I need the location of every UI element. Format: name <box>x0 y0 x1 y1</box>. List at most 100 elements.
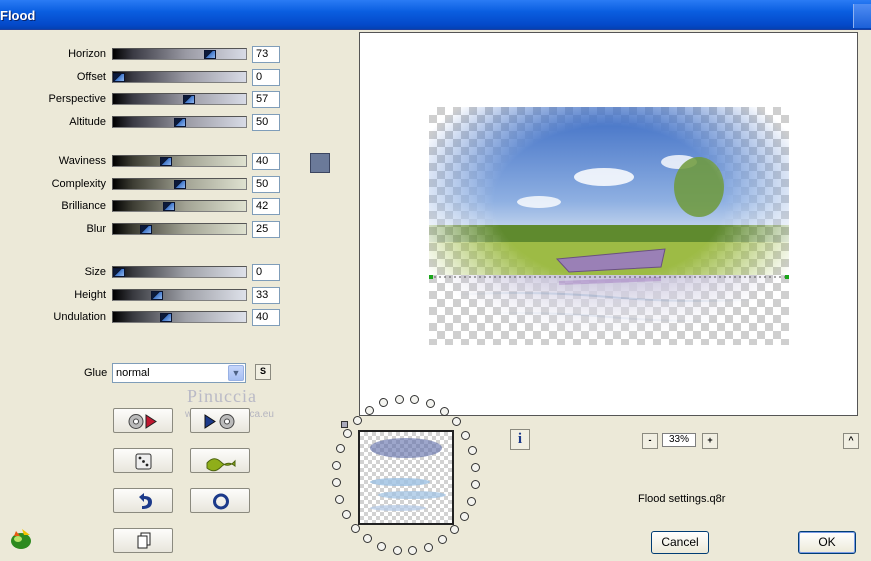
param-value-input[interactable]: 0 <box>252 264 280 281</box>
param-slider[interactable] <box>112 288 247 301</box>
param-label: Blur <box>86 222 106 235</box>
param-value-input[interactable]: 73 <box>252 46 280 63</box>
slider-thumb[interactable] <box>113 72 125 82</box>
param-slider[interactable] <box>112 311 247 323</box>
slider-thumb[interactable] <box>140 224 152 234</box>
flood-scene <box>429 107 789 345</box>
navigator-thumbnail[interactable] <box>358 430 454 525</box>
window-title: Flood <box>0 8 36 23</box>
param-value-input[interactable]: 25 <box>252 220 280 238</box>
param-label: Size <box>84 266 106 278</box>
slider-thumb[interactable] <box>113 268 125 277</box>
param-slider[interactable] <box>112 222 247 235</box>
glue-label: Glue <box>84 367 108 379</box>
zoom-out-button[interactable]: - <box>642 433 658 449</box>
param-row-offset: Offset 0 <box>0 68 290 86</box>
param-row-size: Size 0 <box>0 263 290 281</box>
navigator-corner-icon[interactable] <box>341 421 348 428</box>
param-row-undulation: Undulation 40 <box>0 308 290 326</box>
circle-button[interactable] <box>190 488 250 513</box>
navigator-ring-dot <box>353 416 362 425</box>
navigator-ring-dot <box>408 546 417 555</box>
param-value-input[interactable]: 0 <box>252 68 280 86</box>
navigator-ring-dot <box>393 546 402 555</box>
param-slider[interactable] <box>112 155 247 167</box>
navigator-ring-dot <box>332 478 341 487</box>
glue-s-button[interactable]: S <box>255 364 271 380</box>
undo-icon <box>139 493 152 509</box>
preview-image <box>429 107 789 345</box>
param-label: Horizon <box>68 48 106 60</box>
param-value-input[interactable]: 42 <box>252 198 280 215</box>
ok-button[interactable]: OK <box>798 531 856 554</box>
slider-thumb[interactable] <box>204 50 216 59</box>
glue-select[interactable]: normal ▼ <box>112 363 246 383</box>
param-slider[interactable] <box>112 70 247 83</box>
param-value-input[interactable]: 33 <box>252 286 280 304</box>
navigator-ring-dot <box>440 407 449 416</box>
navigator-ring-dot <box>468 446 477 455</box>
navigator-ring-dot <box>342 510 351 519</box>
navigator-ring-dot <box>471 480 480 489</box>
param-slider[interactable] <box>112 115 247 128</box>
slider-thumb[interactable] <box>174 117 186 127</box>
param-value-input[interactable]: 50 <box>252 113 280 131</box>
param-value-input[interactable]: 40 <box>252 153 280 170</box>
chevron-down-icon[interactable]: ▼ <box>228 365 244 381</box>
param-row-brilliance: Brilliance 42 <box>0 197 290 215</box>
slider-thumb[interactable] <box>160 157 172 166</box>
title-bar-button[interactable] <box>853 4 871 28</box>
slider-thumb[interactable] <box>174 179 186 189</box>
undo-button[interactable] <box>113 488 173 513</box>
preview-canvas[interactable] <box>359 32 858 416</box>
cancel-button[interactable]: Cancel <box>651 531 709 554</box>
play-reset-button[interactable] <box>190 408 250 433</box>
param-row-blur: Blur 25 <box>0 220 290 238</box>
param-value-input[interactable]: 57 <box>252 91 280 108</box>
color-swatch[interactable] <box>310 153 330 173</box>
navigator-ring-dot <box>471 463 480 472</box>
slider-thumb[interactable] <box>163 202 175 211</box>
param-label: Waviness <box>58 155 106 167</box>
navigator-ring-dot <box>461 431 470 440</box>
param-label: Undulation <box>53 311 106 323</box>
collapse-button[interactable]: ^ <box>843 433 859 449</box>
navigator-ring-dot <box>424 543 433 552</box>
wave-button[interactable] <box>190 448 250 473</box>
param-label: Altitude <box>69 115 106 128</box>
param-row-horizon: Horizon 73 <box>0 45 290 63</box>
slider-thumb[interactable] <box>160 313 172 322</box>
param-slider[interactable] <box>112 48 247 60</box>
param-row-altitude: Altitude 50 <box>0 113 290 131</box>
param-row-perspective: Perspective 57 <box>0 90 290 108</box>
navigator-ring-dot <box>450 525 459 534</box>
info-button[interactable]: i <box>510 429 530 450</box>
param-label: Height <box>74 288 106 301</box>
navigator-ring-dot <box>336 444 345 453</box>
slider-thumb[interactable] <box>183 95 195 104</box>
param-label: Brilliance <box>61 200 106 212</box>
navigator-ring-dot <box>379 398 388 407</box>
param-row-complexity: Complexity 50 <box>0 175 290 193</box>
param-slider[interactable] <box>112 266 247 278</box>
dice-icon <box>135 453 152 470</box>
param-row-height: Height 33 <box>0 286 290 304</box>
param-slider[interactable] <box>112 93 247 105</box>
param-value-input[interactable]: 50 <box>252 175 280 193</box>
navigator-ring-dot <box>365 406 374 415</box>
zoom-level: 33% <box>662 433 696 447</box>
slider-thumb[interactable] <box>151 290 163 300</box>
copy-button[interactable] <box>113 528 173 553</box>
zoom-in-button[interactable]: + <box>702 433 718 449</box>
param-slider[interactable] <box>112 200 247 212</box>
title-bar: Flood <box>0 0 871 30</box>
reset-play-button[interactable] <box>113 408 173 433</box>
navigator-preview <box>370 438 446 511</box>
param-row-waviness: Waviness 40 <box>0 152 290 170</box>
param-slider[interactable] <box>112 177 247 190</box>
app-logo-icon <box>11 529 31 549</box>
navigator-ring-dot <box>332 461 341 470</box>
param-value-input[interactable]: 40 <box>252 309 280 326</box>
navigator-ring-dot <box>363 534 372 543</box>
random-button[interactable] <box>113 448 173 473</box>
